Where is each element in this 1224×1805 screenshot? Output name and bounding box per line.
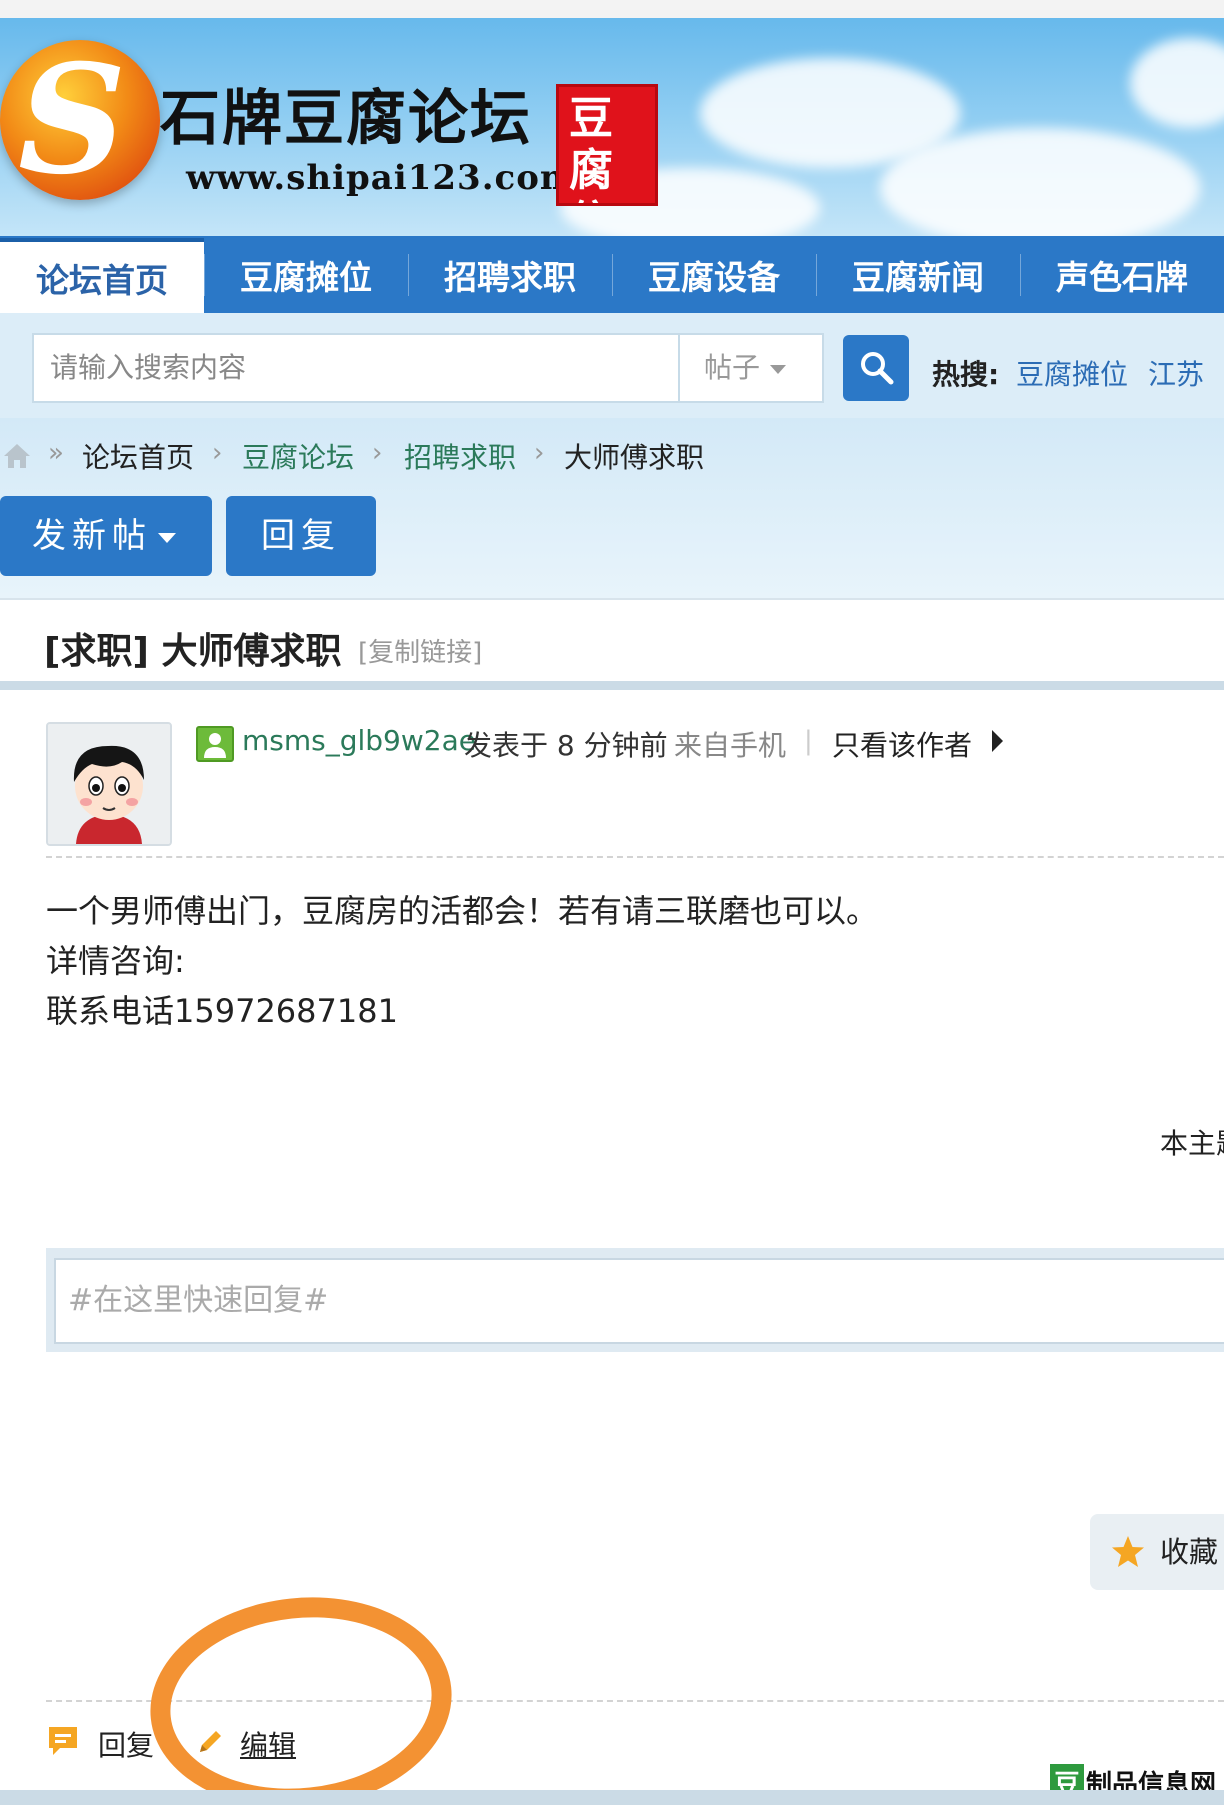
post-footer-divider [46,1700,1224,1702]
new-post-label: 发新帖 [32,516,152,556]
hot-search-link[interactable]: 江苏 [1148,353,1204,393]
site-logo-icon[interactable]: S [0,40,160,200]
breadcrumb-separator: › [212,438,223,468]
user-online-icon [196,726,234,762]
favorite-label: 收藏 [1160,1535,1219,1569]
post-reply-link[interactable]: 回复 [98,1724,154,1764]
favorite-button[interactable]: 收藏 [1090,1514,1224,1590]
breadcrumb-area: » 论坛首页 › 豆腐论坛 › 招聘求职 › 大师傅求职 发新帖 回复 [0,418,1224,598]
search-input[interactable]: 请输入搜索内容 [32,333,680,403]
thread-title: [求职] 大师傅求职 [44,631,342,672]
post-content-line: 一个男师傅出门，豆腐房的活都会！若有请三联磨也可以。 [46,892,879,930]
search-button[interactable] [843,335,909,401]
post-time: 发表于 8 分钟前 [464,729,668,762]
search-type-value: 帖子 [704,351,761,384]
search-icon [861,352,894,385]
quick-reply-input[interactable]: #在这里快速回复# [54,1258,1224,1344]
cloud-decoration [880,128,1200,236]
nav-item-jobs[interactable]: 招聘求职 [408,236,612,313]
quick-reply-area: #在这里快速回复# [46,1248,1224,1352]
thread-side-note: 本主题 [1160,1127,1224,1160]
avatar-cartoon-icon [48,724,170,844]
only-author-link[interactable]: 只看该作者 [832,724,972,764]
site-header: S 石牌豆腐论坛 www.shipai123.com 豆腐信息 [0,18,1224,236]
reply-button[interactable]: 回复 [226,496,376,576]
seal-stamp: 豆腐信息 [556,84,658,206]
bottom-bar [0,1790,1224,1805]
breadcrumb-item-current: 大师傅求职 [564,441,705,474]
home-icon[interactable] [2,442,32,470]
nav-item-tofu-stalls[interactable]: 豆腐摊位 [204,236,408,313]
logo-s-mark: S [18,32,127,208]
reply-comment-icon[interactable] [46,1724,80,1758]
breadcrumb-separator: » [48,438,64,468]
site-url: www.shipai123.com [186,158,577,198]
avatar[interactable] [46,722,172,846]
new-post-button[interactable]: 发新帖 [0,496,212,576]
post-source: 来自手机 [674,729,787,762]
top-strip [0,0,1224,18]
main-nav: 论坛首页 豆腐摊位 招聘求职 豆腐设备 豆腐新闻 声色石牌 [0,236,1224,313]
nav-item-forum-home[interactable]: 论坛首页 [0,238,204,313]
nav-item-shipai-media[interactable]: 声色石牌 [1020,236,1224,313]
triangle-right-icon [992,730,1003,752]
copy-link-button[interactable]: [复制链接] [358,632,482,669]
post-content-line: 详情咨询: [46,942,185,980]
pencil-icon[interactable] [196,1726,226,1756]
post-content-line: 联系电话15972687181 [46,992,398,1030]
hot-search-label: 热搜: [932,358,1000,391]
nav-item-tofu-news[interactable]: 豆腐新闻 [816,236,1020,313]
chevron-down-icon [770,364,787,374]
star-icon [1112,1536,1144,1567]
user-silhouette-icon [204,733,226,758]
search-bar: 请输入搜索内容 帖子 热搜: 豆腐摊位 江苏 [0,313,1224,418]
post-edit-link[interactable]: 编辑 [240,1724,296,1764]
thread-header: [求职] 大师傅求职 [复制链接] [0,598,1224,690]
breadcrumb-item-forum-home[interactable]: 论坛首页 [82,436,194,476]
nav-item-tofu-equipment[interactable]: 豆腐设备 [612,236,816,313]
meta-separator: | [804,726,813,756]
breadcrumb-item-tofu-forum[interactable]: 豆腐论坛 [242,436,354,476]
site-title: 石牌豆腐论坛 [160,84,532,154]
breadcrumb-separator: › [534,438,545,468]
cloud-decoration [1130,38,1224,128]
post-divider [46,856,1224,858]
chevron-down-icon [158,532,176,543]
search-type-select[interactable]: 帖子 [678,333,824,403]
hot-search-link[interactable]: 豆腐摊位 [1016,353,1128,393]
annotation-circle [139,1582,463,1805]
breadcrumb-item-jobs[interactable]: 招聘求职 [404,436,516,476]
post-author-link[interactable]: msms_glb9w2ae [242,724,476,757]
breadcrumb-separator: › [372,438,383,468]
